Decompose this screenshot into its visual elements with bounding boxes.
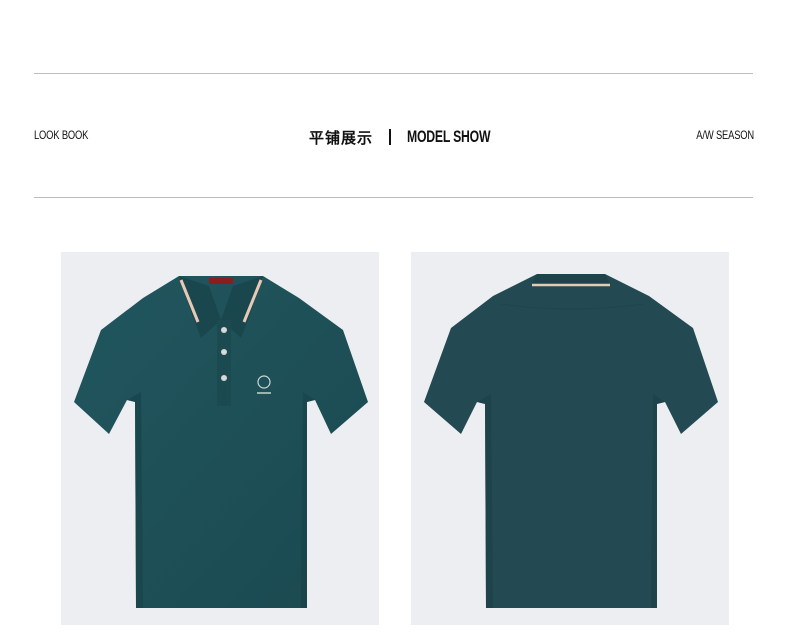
shirt-back-body xyxy=(424,274,718,608)
top-divider-rule xyxy=(34,73,753,74)
neck-label xyxy=(209,278,233,284)
section-title-en: MODEL SHOW xyxy=(407,127,491,146)
button-2 xyxy=(221,349,227,355)
bottom-divider-rule xyxy=(34,197,753,198)
title-divider xyxy=(389,129,392,145)
button-1 xyxy=(221,327,227,333)
look-book-label: LOOK BOOK xyxy=(34,128,89,142)
section-title: 平铺展示 MODEL SHOW xyxy=(309,126,523,148)
polo-back-illustration xyxy=(424,274,718,608)
polo-back-image xyxy=(411,252,729,625)
button-3 xyxy=(221,375,227,381)
section-title-cn: 平铺展示 xyxy=(309,128,374,147)
season-label: A/W SEASON xyxy=(696,128,754,142)
polo-front-illustration xyxy=(74,276,368,608)
polo-front-image xyxy=(61,252,379,625)
